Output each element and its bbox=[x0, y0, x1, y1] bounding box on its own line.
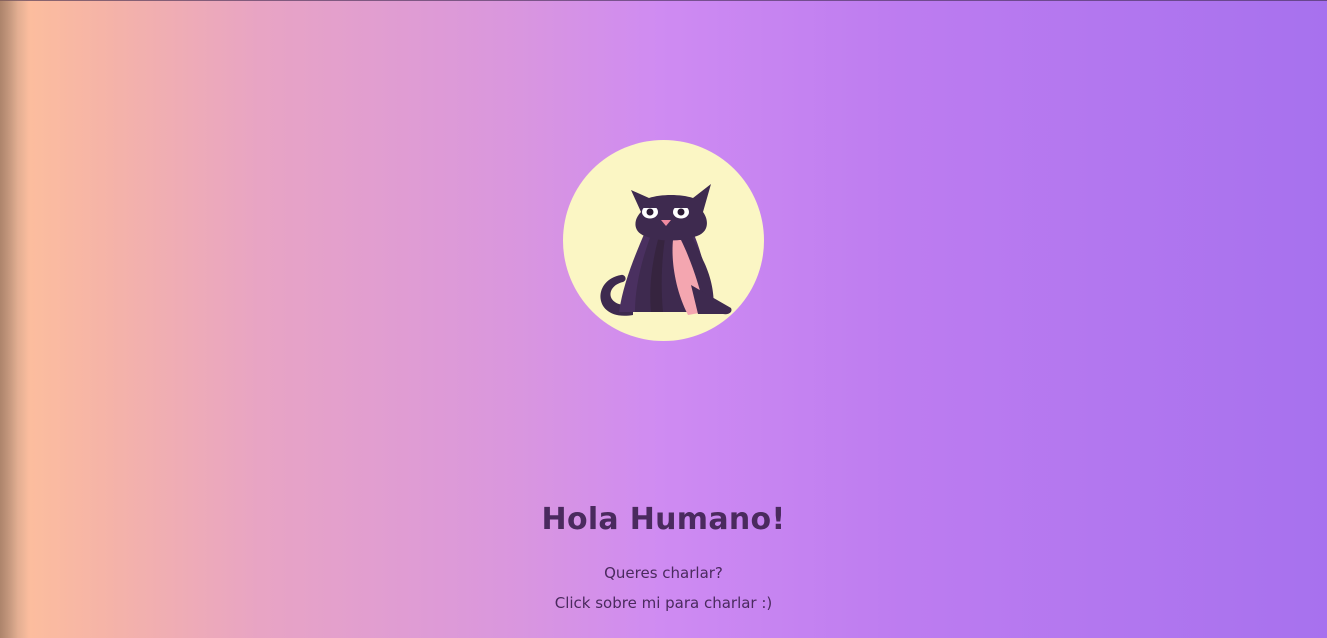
subtitle-instruction: Click sobre mi para charlar :) bbox=[554, 594, 773, 612]
left-edge-shadow bbox=[0, 0, 28, 638]
top-border bbox=[0, 0, 1327, 1]
page-title: Hola Humano! bbox=[541, 502, 786, 537]
cat-avatar-button[interactable] bbox=[563, 140, 764, 341]
subtitle-question: Queres charlar? bbox=[604, 564, 723, 582]
cat-icon bbox=[600, 184, 732, 316]
